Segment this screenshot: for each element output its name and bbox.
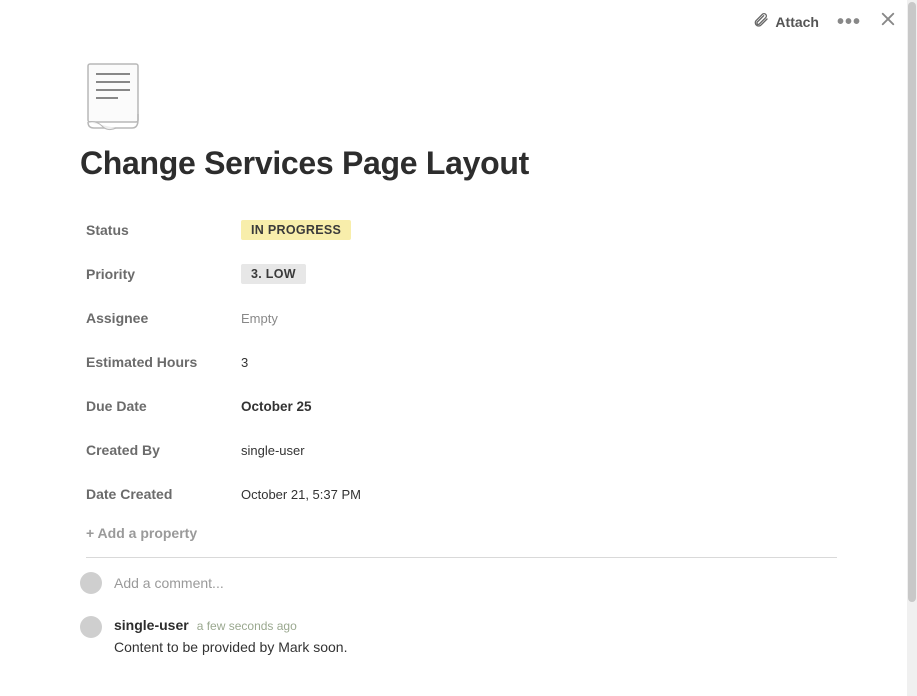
more-button[interactable]: •••	[837, 12, 861, 32]
property-row-assignee[interactable]: Assignee Empty	[86, 296, 837, 340]
comment-input-row	[80, 572, 837, 594]
status-badge[interactable]: IN PROGRESS	[241, 220, 351, 240]
close-icon	[879, 10, 897, 33]
close-button[interactable]	[879, 10, 897, 33]
comment-text: Content to be provided by Mark soon.	[114, 639, 347, 655]
property-row-date-created[interactable]: Date Created October 21, 5:37 PM	[86, 472, 837, 516]
status-value: IN PROGRESS	[241, 220, 351, 240]
avatar	[80, 616, 102, 638]
property-row-status[interactable]: Status IN PROGRESS	[86, 208, 837, 252]
document-icon	[82, 121, 144, 138]
page-title[interactable]: Change Services Page Layout	[80, 145, 837, 182]
property-label: Priority	[86, 266, 241, 282]
scrollbar-thumb[interactable]	[908, 2, 916, 602]
priority-value: 3. LOW	[241, 264, 306, 284]
page-content: Change Services Page Layout Status IN PR…	[0, 0, 917, 655]
comment: single-user a few seconds ago Content to…	[80, 616, 837, 655]
property-row-priority[interactable]: Priority 3. LOW	[86, 252, 837, 296]
attach-label: Attach	[775, 14, 819, 30]
attach-button[interactable]: Attach	[753, 12, 819, 31]
comment-header: single-user a few seconds ago	[114, 617, 347, 633]
property-label: Status	[86, 222, 241, 238]
assignee-value[interactable]: Empty	[241, 311, 278, 326]
property-row-created-by[interactable]: Created By single-user	[86, 428, 837, 472]
due-date-value[interactable]: October 25	[241, 399, 312, 414]
divider	[86, 557, 837, 558]
property-label: Estimated Hours	[86, 354, 241, 370]
properties-panel: Status IN PROGRESS Priority 3. LOW Assig…	[80, 208, 837, 558]
property-row-estimated-hours[interactable]: Estimated Hours 3	[86, 340, 837, 384]
avatar	[80, 572, 102, 594]
comment-time: a few seconds ago	[197, 619, 297, 633]
ellipsis-icon: •••	[837, 11, 861, 33]
property-label: Created By	[86, 442, 241, 458]
priority-badge[interactable]: 3. LOW	[241, 264, 306, 284]
created-by-value: single-user	[241, 443, 305, 458]
paperclip-icon	[753, 12, 769, 31]
comment-input[interactable]	[114, 575, 837, 591]
top-actions-bar: Attach •••	[753, 10, 897, 33]
comment-body: single-user a few seconds ago Content to…	[114, 616, 347, 655]
property-label: Assignee	[86, 310, 241, 326]
date-created-value: October 21, 5:37 PM	[241, 487, 361, 502]
comment-author: single-user	[114, 617, 189, 633]
add-property-button[interactable]: + Add a property	[86, 524, 206, 543]
property-row-due-date[interactable]: Due Date October 25	[86, 384, 837, 428]
page-icon[interactable]	[82, 62, 837, 139]
property-label: Due Date	[86, 398, 241, 414]
estimated-hours-value[interactable]: 3	[241, 355, 248, 370]
property-label: Date Created	[86, 486, 241, 502]
scrollbar[interactable]	[907, 0, 917, 696]
